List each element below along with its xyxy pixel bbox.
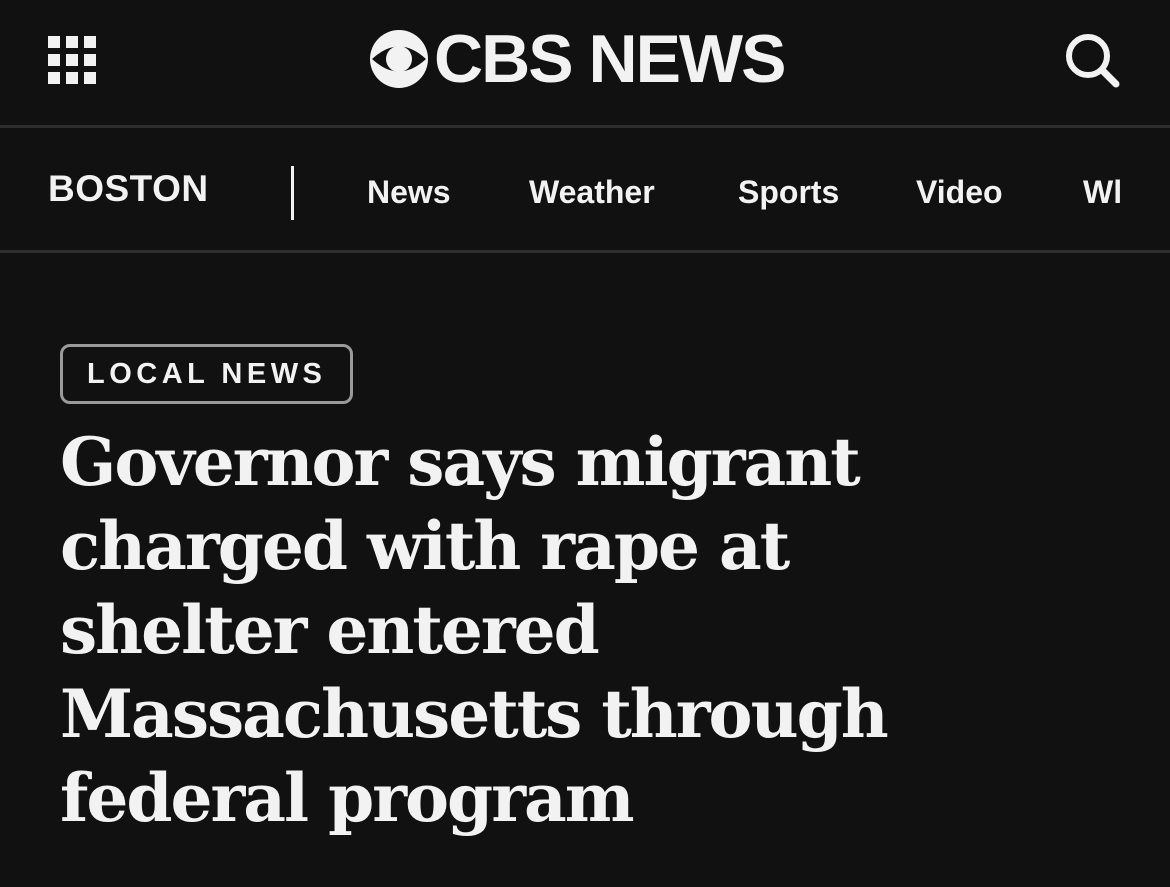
grid-menu-icon[interactable] — [48, 36, 96, 84]
nav-divider — [291, 166, 294, 220]
headline-line: Governor says migrant — [60, 423, 861, 501]
nav-item-news[interactable]: News — [367, 174, 451, 211]
nav-item-video[interactable]: Video — [916, 174, 1003, 211]
top-header: CBS NEWS — [0, 0, 1170, 128]
section-title-boston[interactable]: BOSTON — [48, 168, 209, 210]
headline-line: shelter entered — [60, 591, 600, 669]
nav-overflow-clip: Wl — [1083, 168, 1125, 228]
nav-item-weather[interactable]: Weather — [529, 174, 655, 211]
cbs-news-logo[interactable]: CBS NEWS — [368, 21, 786, 97]
search-icon[interactable] — [1062, 30, 1122, 90]
logo-text: CBS NEWS — [434, 21, 786, 97]
headline-line: federal program — [60, 759, 635, 837]
headline-line: charged with rape at — [60, 507, 790, 585]
cbs-eye-icon — [370, 30, 428, 88]
article-headline: Governor says migrant charged with rape … — [60, 420, 1120, 840]
nav-item-sports[interactable]: Sports — [738, 174, 839, 211]
category-badge[interactable]: LOCAL NEWS — [60, 344, 354, 404]
nav-item-truncated[interactable]: Wl — [1083, 174, 1122, 211]
headline-line: Massachusetts through — [60, 675, 889, 753]
section-nav: BOSTON News Weather Sports Video Wl — [0, 128, 1170, 253]
